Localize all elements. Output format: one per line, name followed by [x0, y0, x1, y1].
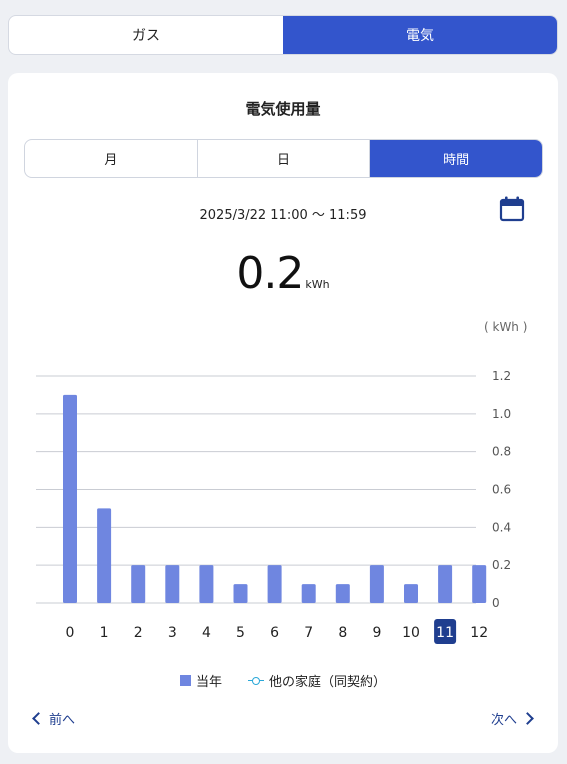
y-tick-label: 1.0	[492, 407, 511, 421]
x-tick-label[interactable]: 12	[470, 625, 488, 641]
legend-line-swatch	[248, 676, 264, 686]
chevron-right-icon	[521, 712, 534, 725]
y-tick-label: 0.8	[492, 445, 511, 459]
bar-hour-11[interactable]	[438, 565, 453, 603]
y-tick-label: 0.4	[492, 520, 511, 534]
y-tick-label: 0.6	[492, 483, 511, 497]
prev-button[interactable]: 前へ	[32, 709, 76, 728]
bar-hour-9[interactable]	[369, 565, 384, 603]
bar-hour-6[interactable]	[267, 565, 282, 603]
date-range: 2025/3/22 11:00 〜 11:59	[199, 208, 367, 223]
x-tick-label[interactable]: 1	[100, 625, 109, 641]
y-tick-label: 0	[492, 596, 500, 610]
x-tick-label[interactable]: 5	[236, 625, 245, 641]
calendar-icon[interactable]	[499, 195, 525, 223]
legend-current-year-label: 当年	[195, 675, 222, 690]
bar-hour-0[interactable]	[63, 394, 77, 603]
x-tick-label[interactable]: 8	[338, 625, 347, 641]
x-tick-label[interactable]: 9	[372, 625, 381, 641]
bar-hour-12[interactable]	[472, 565, 487, 603]
legend-bar-swatch	[179, 675, 191, 686]
tab-gas[interactable]: ガス	[9, 16, 283, 54]
usage-card: 電気使用量 月 日 時間 2025/3/22 11:00 〜 11:59 0.2…	[8, 73, 558, 753]
chevron-left-icon	[32, 712, 45, 725]
bar-hour-5[interactable]	[233, 584, 248, 603]
prev-label: 前へ	[49, 713, 76, 728]
x-tick-label[interactable]: 10	[402, 625, 420, 641]
x-tick-label[interactable]: 4	[202, 625, 211, 641]
usage-display: 0.2 kWh	[8, 248, 558, 299]
x-tick-label[interactable]: 6	[270, 625, 279, 641]
next-button[interactable]: 次へ	[490, 709, 534, 728]
bar-hour-2[interactable]	[131, 565, 146, 603]
next-label: 次へ	[490, 713, 517, 728]
x-tick-label[interactable]: 7	[304, 625, 313, 641]
period-segmented-control: 月 日 時間	[24, 139, 543, 178]
chart-legend: 当年 他の家庭（同契約）	[8, 671, 558, 690]
y-axis-unit-label: ( kWh )	[484, 320, 528, 334]
x-tick-label[interactable]: 11	[436, 625, 454, 641]
segment-hour[interactable]: 時間	[370, 140, 542, 177]
bar-hour-1[interactable]	[97, 508, 112, 603]
card-title: 電気使用量	[245, 100, 321, 118]
x-tick-label[interactable]: 2	[134, 625, 143, 641]
legend-current-year: 当年	[179, 671, 222, 690]
usage-bar-chart: 00.20.40.60.81.01.20 1 2 3 4 5 6 7 8 9 10 11 12	[36, 369, 511, 644]
bar-hour-7[interactable]	[301, 584, 316, 603]
x-tick-label[interactable]: 3	[168, 625, 177, 641]
y-tick-label: 1.2	[492, 369, 511, 383]
x-tick-label[interactable]: 0	[66, 625, 75, 641]
segment-day[interactable]: 日	[198, 140, 371, 177]
usage-unit: kWh	[305, 278, 330, 291]
bar-hour-3[interactable]	[165, 565, 180, 603]
legend-other-households-label: 他の家庭（同契約）	[269, 675, 387, 690]
tab-electricity[interactable]: 電気	[283, 16, 557, 54]
y-tick-label: 0.2	[492, 558, 511, 572]
utility-tabs: ガス 電気	[8, 15, 558, 55]
bar-hour-10[interactable]	[404, 584, 418, 603]
usage-value: 0.2	[236, 248, 304, 299]
bar-hour-4[interactable]	[199, 565, 214, 603]
bar-hour-8[interactable]	[335, 584, 350, 603]
legend-other-households: 他の家庭（同契約）	[248, 671, 386, 690]
segment-month[interactable]: 月	[25, 140, 198, 177]
